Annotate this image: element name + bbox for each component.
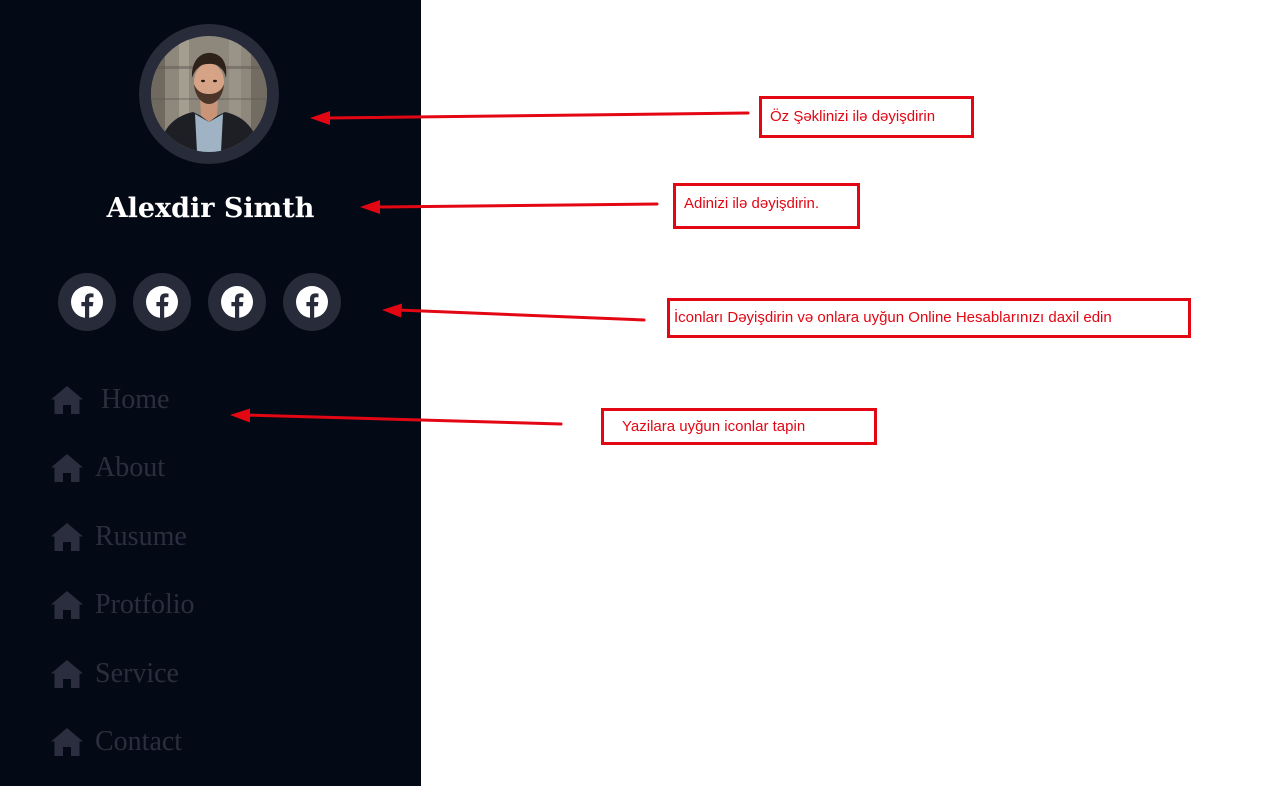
avatar[interactable] <box>151 36 267 152</box>
nav-item-about[interactable]: About <box>50 444 195 512</box>
nav-label-portfolio: Protfolio <box>95 589 195 621</box>
avatar-ring <box>139 24 279 164</box>
nav-item-contact[interactable]: Contact <box>50 718 195 786</box>
home-icon <box>51 386 83 414</box>
annotation-name: Adinizi ilə dəyişdirin. <box>673 183 860 229</box>
profile-name: Alexdir Simth <box>106 193 315 224</box>
annotation-photo: Öz Şəklinizi ilə dəyişdirin <box>759 96 974 138</box>
home-icon <box>51 591 83 620</box>
home-icon <box>51 727 83 756</box>
social-link-2[interactable] <box>133 273 191 331</box>
social-links <box>58 273 341 331</box>
sidebar-nav: Home About Rusume Protfolio Service Cont… <box>50 376 195 786</box>
sidebar: Alexdir Simth Home About Rusume Protfoli… <box>0 0 421 786</box>
annotation-icons: İconları Dəyişdirin və onlara uyğun Onli… <box>667 298 1191 338</box>
facebook-icon <box>71 286 103 318</box>
nav-label-contact: Contact <box>95 725 183 757</box>
home-icon <box>51 522 83 551</box>
nav-label-resume: Rusume <box>95 520 187 552</box>
nav-label-service: Service <box>95 657 179 689</box>
social-link-3[interactable] <box>208 273 266 331</box>
social-link-4[interactable] <box>283 273 341 331</box>
annotation-nav: Yazilara uyğun iconlar tapin <box>601 408 877 445</box>
arrow-icons <box>396 308 646 322</box>
home-icon <box>51 659 83 688</box>
facebook-icon <box>146 286 178 318</box>
nav-item-service[interactable]: Service <box>50 650 195 718</box>
nav-item-home[interactable]: Home <box>50 376 195 444</box>
nav-label-home: Home <box>101 384 170 415</box>
facebook-icon <box>221 286 253 318</box>
home-icon <box>51 454 83 483</box>
social-link-1[interactable] <box>58 273 116 331</box>
nav-item-resume[interactable]: Rusume <box>50 513 195 581</box>
avatar-photo <box>151 36 267 152</box>
nav-label-about: About <box>95 452 165 484</box>
nav-item-portfolio[interactable]: Protfolio <box>50 581 195 649</box>
facebook-icon <box>296 286 328 318</box>
